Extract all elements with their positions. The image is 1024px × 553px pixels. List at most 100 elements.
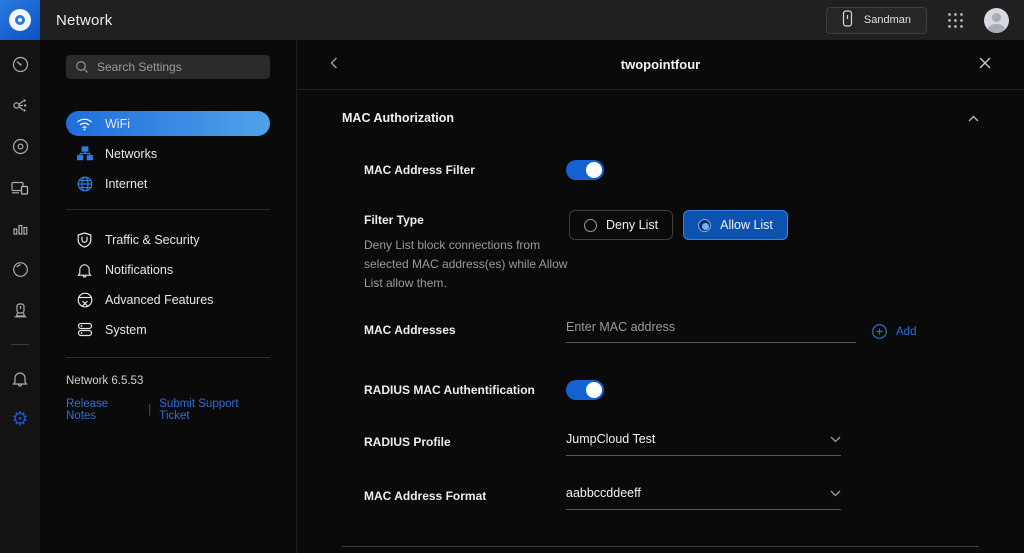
mac-address-filter-label: MAC Address Filter (364, 163, 475, 177)
row-radius-profile: RADIUS Profile JumpCloud Test (364, 432, 979, 456)
networks-icon (76, 145, 93, 162)
sidebar-footer-divider (66, 357, 270, 358)
back-chevron-icon (330, 57, 338, 72)
section-title: MAC Authorization (342, 111, 455, 125)
sidebar-item-label: Internet (105, 176, 148, 191)
row-mac-addresses: MAC Addresses Add (364, 320, 979, 343)
close-icon (979, 57, 991, 72)
radio-icon (584, 218, 597, 232)
rail-divider (11, 344, 29, 345)
add-plus-icon (872, 324, 887, 339)
add-label: Add (896, 325, 917, 338)
radio-icon (698, 218, 712, 232)
sidebar-item-label: WiFi (105, 116, 130, 131)
topbar-right: Sandman (825, 6, 1024, 34)
radius-profile-label: RADIUS Profile (364, 435, 451, 449)
settings-sidebar: WiFi Networks Internet (40, 40, 296, 553)
unifi-logo[interactable] (0, 0, 40, 40)
sidebar-item-internet[interactable]: Internet (66, 171, 270, 196)
bell-icon (76, 261, 93, 278)
settings-gear-icon[interactable]: ⚙ (0, 399, 40, 440)
advanced-features-icon (76, 291, 93, 308)
sidebar-item-label: System (105, 322, 147, 337)
sidebar-item-traffic-security[interactable]: Traffic & Security (66, 227, 270, 252)
sidebar-divider (66, 209, 270, 210)
back-button[interactable] (330, 57, 338, 72)
avatar[interactable] (984, 7, 1009, 33)
sidebar-item-networks[interactable]: Networks (66, 141, 270, 166)
console-name: Sandman (863, 14, 911, 26)
clients-icon[interactable] (0, 167, 40, 208)
mac-addresses-label: MAC Addresses (364, 323, 456, 337)
devices-icon[interactable] (0, 126, 40, 167)
add-mac-button[interactable]: Add (872, 324, 916, 343)
panel-header: twopointfour (297, 40, 1024, 90)
system-icon (76, 321, 93, 338)
dropdown-chevron-icon (830, 490, 841, 497)
internet-icon (76, 175, 93, 192)
deny-list-option[interactable]: Deny List (569, 210, 674, 240)
camera-icon[interactable] (0, 290, 40, 331)
unifi-logo-circle (9, 9, 31, 31)
radius-mac-auth-toggle[interactable] (566, 380, 604, 400)
mac-address-format-label: MAC Address Format (364, 489, 487, 503)
submit-support-ticket-link[interactable]: Submit Support Ticket (159, 398, 270, 422)
search-icon (75, 60, 89, 74)
apps-grid-icon[interactable] (946, 11, 965, 30)
sidebar-item-label: Traffic & Security (105, 232, 200, 247)
filter-type-options: Deny List Allow List (569, 210, 788, 240)
sidebar-item-label: Advanced Features (105, 292, 214, 307)
dashboard-icon[interactable] (0, 44, 40, 85)
console-icon (842, 10, 853, 30)
sidebar-item-notifications[interactable]: Notifications (66, 257, 270, 282)
console-button[interactable]: Sandman (825, 6, 927, 34)
filter-type-label: Filter Type (364, 213, 424, 227)
settings-nav: WiFi Networks Internet Traffic & Securit… (66, 111, 270, 342)
mac-address-format-value: aabbccddeeff (566, 486, 641, 500)
dropdown-chevron-icon (830, 436, 841, 443)
radius-profile-select[interactable]: JumpCloud Test (566, 432, 841, 456)
row-mac-address-filter: MAC Address Filter (364, 160, 979, 180)
shield-icon (76, 231, 93, 248)
mac-address-input[interactable] (566, 320, 856, 343)
search-input[interactable] (97, 60, 261, 74)
section-bottom-divider (342, 546, 979, 547)
row-radius-mac-auth: RADIUS MAC Authentification (364, 380, 979, 400)
sidebar-item-label: Notifications (105, 262, 174, 277)
main-body: ⚙ WiFi (0, 40, 1024, 553)
section-header-mac-authorization[interactable]: MAC Authorization (342, 109, 979, 127)
allow-list-option[interactable]: Allow List (683, 210, 788, 240)
app-title: Network (56, 11, 113, 29)
panel-content: MAC Authorization MAC Address Filter Fil… (297, 90, 1024, 553)
sidebar-item-label: Networks (105, 146, 158, 161)
search-box[interactable] (66, 55, 270, 79)
links-separator: | (148, 404, 152, 416)
allow-list-label: Allow List (720, 218, 773, 232)
icon-rail: ⚙ (0, 40, 40, 553)
topology-icon[interactable] (0, 85, 40, 126)
radius-profile-value: JumpCloud Test (566, 432, 656, 446)
version-text: Network 6.5.53 (66, 375, 144, 387)
panel-title: twopointfour (620, 57, 701, 72)
release-notes-link[interactable]: Release Notes (66, 398, 140, 422)
app-window: Network Sandman ⚙ Search Settings WiFi N… (0, 0, 1024, 553)
footer-links: Release Notes | Submit Support Ticket (66, 398, 270, 422)
sidebar-item-advanced-features[interactable]: Advanced Features (66, 287, 270, 312)
sidebar-item-system[interactable]: System (66, 317, 270, 342)
deny-list-label: Deny List (606, 218, 659, 232)
insights-icon[interactable] (0, 208, 40, 249)
collapse-chevron-icon[interactable] (968, 115, 979, 122)
topbar: Network Sandman (0, 0, 1024, 40)
wifiman-icon[interactable] (0, 249, 40, 290)
close-button[interactable] (979, 57, 991, 72)
row-mac-address-format: MAC Address Format aabbccddeeff (364, 486, 979, 510)
detail-panel: twopointfour MAC Authorization MAC Addre… (296, 40, 1024, 553)
radius-mac-auth-label: RADIUS MAC Authentification (364, 383, 535, 397)
mac-address-filter-toggle[interactable] (566, 160, 604, 180)
rail-bell-icon[interactable] (0, 358, 40, 399)
sidebar-item-wifi[interactable]: WiFi (66, 111, 270, 136)
filter-type-description: Deny List block connections from selecte… (364, 238, 568, 290)
mac-address-input-wrap: Add (566, 320, 916, 343)
mac-address-format-select[interactable]: aabbccddeeff (566, 486, 841, 510)
wifi-icon (76, 115, 93, 132)
